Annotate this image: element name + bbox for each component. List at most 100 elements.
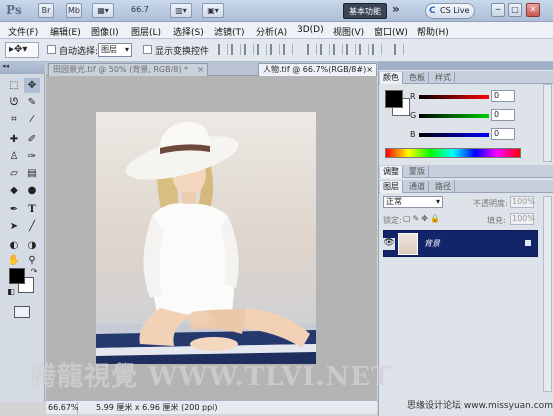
red-slider[interactable]: [419, 95, 489, 99]
blue-slider[interactable]: [419, 133, 489, 137]
green-value-field[interactable]: 0: [491, 109, 515, 121]
gradient-tool-icon[interactable]: ▤: [24, 166, 40, 181]
align-right-icon[interactable]: [283, 44, 293, 55]
eyedropper-tool-icon[interactable]: ⁄: [24, 112, 40, 127]
close-button[interactable]: ✕: [526, 3, 540, 17]
eye-icon[interactable]: 👁: [383, 238, 395, 250]
bridge-button[interactable]: Br: [38, 3, 54, 18]
menu-file[interactable]: 文件(F): [8, 25, 38, 38]
dodge-tool-icon[interactable]: ●: [24, 183, 40, 198]
fill-field[interactable]: 100%: [510, 213, 535, 225]
close-icon[interactable]: ×: [197, 64, 204, 76]
default-colors-icon[interactable]: ◧: [3, 284, 19, 299]
tab-swatches[interactable]: 色板: [406, 72, 429, 84]
tab-color[interactable]: 颜色: [380, 72, 403, 84]
align-left-icon[interactable]: [257, 44, 267, 55]
opacity-field[interactable]: 100%: [510, 196, 535, 208]
distribute-top-icon[interactable]: [306, 44, 317, 55]
panel-dock-strip[interactable]: [379, 62, 553, 70]
swap-colors-icon[interactable]: ↷: [26, 264, 42, 279]
type-tool-icon[interactable]: T: [24, 202, 40, 217]
menu-window[interactable]: 窗口(W): [374, 25, 408, 38]
menu-view[interactable]: 视图(V): [333, 25, 364, 38]
menu-edit[interactable]: 编辑(E): [50, 25, 81, 38]
menu-analysis[interactable]: 分析(A): [256, 25, 287, 38]
layers-panel-scrollbar[interactable]: [543, 196, 552, 392]
close-icon[interactable]: ×: [366, 64, 373, 76]
minimize-button[interactable]: ─: [491, 3, 505, 17]
foreground-color-swatch[interactable]: [9, 268, 25, 284]
tab-styles[interactable]: 样式: [432, 72, 455, 84]
red-value-field[interactable]: 0: [491, 90, 515, 102]
tab-document-landscape[interactable]: 田园景光.tif @ 50% (背景, RGB/8) * ×: [48, 63, 208, 76]
crop-tool-icon[interactable]: ⌗: [6, 112, 22, 127]
marquee-tool-icon[interactable]: ⬚: [6, 78, 22, 93]
path-select-tool-icon[interactable]: ➤: [6, 219, 22, 234]
history-brush-tool-icon[interactable]: ✑: [24, 149, 40, 164]
distribute-hcenter-icon[interactable]: [358, 44, 369, 55]
restore-button[interactable]: □: [508, 3, 522, 17]
more-workspaces-icon[interactable]: »: [392, 2, 400, 16]
move-tool-icon[interactable]: ✥: [24, 78, 40, 93]
show-transform-checkbox[interactable]: [143, 45, 152, 54]
menu-filter[interactable]: 滤镜(T): [214, 25, 245, 38]
3d-orbit-tool-icon[interactable]: ◑: [24, 238, 40, 253]
distribute-vcenter-icon[interactable]: [319, 44, 330, 55]
quick-select-tool-icon[interactable]: ✎: [24, 95, 40, 110]
green-slider[interactable]: [419, 114, 489, 118]
zoom-level-select[interactable]: 66.7: [131, 5, 149, 14]
blend-mode-select[interactable]: 正常: [383, 196, 443, 208]
tab-masks[interactable]: 蒙版: [406, 166, 429, 178]
tool-preset-picker[interactable]: ▸✥▾: [5, 42, 39, 58]
layer-row-background[interactable]: 👁 背景: [383, 230, 538, 257]
healing-brush-tool-icon[interactable]: ✚: [6, 132, 22, 147]
align-bottom-icon[interactable]: [244, 44, 254, 55]
lock-icons[interactable]: ▢✎✥🔒: [403, 214, 442, 223]
distribute-left-icon[interactable]: [345, 44, 356, 55]
3d-rotate-tool-icon[interactable]: ◐: [6, 238, 22, 253]
cs-live-button[interactable]: CS Live: [425, 3, 475, 19]
lasso-tool-icon[interactable]: ᘎ: [6, 95, 22, 110]
blue-value-field[interactable]: 0: [491, 128, 515, 140]
mini-bridge-button[interactable]: Mb: [66, 3, 82, 18]
document-size-info[interactable]: 5.99 厘米 x 6.96 厘米 (200 ppi): [96, 402, 218, 414]
tab-layers[interactable]: 图层: [380, 181, 403, 193]
document-image[interactable]: [96, 112, 316, 364]
align-top-icon[interactable]: [218, 44, 228, 55]
distribute-right-icon[interactable]: [371, 44, 382, 55]
distribute-bottom-icon[interactable]: [332, 44, 343, 55]
menu-layer[interactable]: 图层(L): [131, 25, 161, 38]
arrange-documents-button[interactable]: ▥▾: [170, 3, 192, 18]
workspace-switcher-button[interactable]: 基本功能: [343, 3, 387, 19]
tab-channels[interactable]: 通道: [406, 181, 429, 193]
tab-paths[interactable]: 路径: [432, 181, 455, 193]
clone-stamp-tool-icon[interactable]: ♙: [6, 149, 22, 164]
align-distribute-buttons[interactable]: [218, 44, 407, 57]
tab-adjustments[interactable]: 调整: [380, 166, 403, 178]
panel-foreground-color[interactable]: [385, 90, 403, 108]
quick-mask-button[interactable]: [14, 306, 30, 318]
pen-tool-icon[interactable]: ✒: [6, 202, 22, 217]
view-extras-button[interactable]: ▦▾: [92, 3, 114, 18]
auto-align-icon[interactable]: [393, 44, 404, 55]
zoom-field[interactable]: 66.67%: [46, 402, 79, 414]
screen-mode-button[interactable]: ▣▾: [202, 3, 224, 18]
menu-help[interactable]: 帮助(H): [417, 25, 449, 38]
align-hcenter-icon[interactable]: [270, 44, 280, 55]
tools-panel-grip[interactable]: [0, 62, 45, 74]
eraser-tool-icon[interactable]: ▱: [6, 166, 22, 181]
tab-document-portrait[interactable]: 人物.tif @ 66.7%(RGB/8#) ×: [258, 63, 377, 76]
canvas-area[interactable]: [46, 76, 377, 400]
menu-3d[interactable]: 3D(D): [297, 25, 324, 35]
color-panel-scrollbar[interactable]: [543, 84, 552, 162]
hand-tool-icon[interactable]: ✋: [6, 253, 22, 268]
line-tool-icon[interactable]: ╱: [24, 219, 40, 234]
brush-tool-icon[interactable]: ✐: [24, 132, 40, 147]
blur-tool-icon[interactable]: ◆: [6, 183, 22, 198]
menu-image[interactable]: 图像(I): [91, 25, 119, 38]
auto-select-checkbox[interactable]: [47, 45, 56, 54]
align-vcenter-icon[interactable]: [231, 44, 241, 55]
auto-select-target-select[interactable]: 图层: [98, 43, 132, 57]
color-spectrum-bar[interactable]: [385, 148, 521, 158]
menu-select[interactable]: 选择(S): [173, 25, 204, 38]
